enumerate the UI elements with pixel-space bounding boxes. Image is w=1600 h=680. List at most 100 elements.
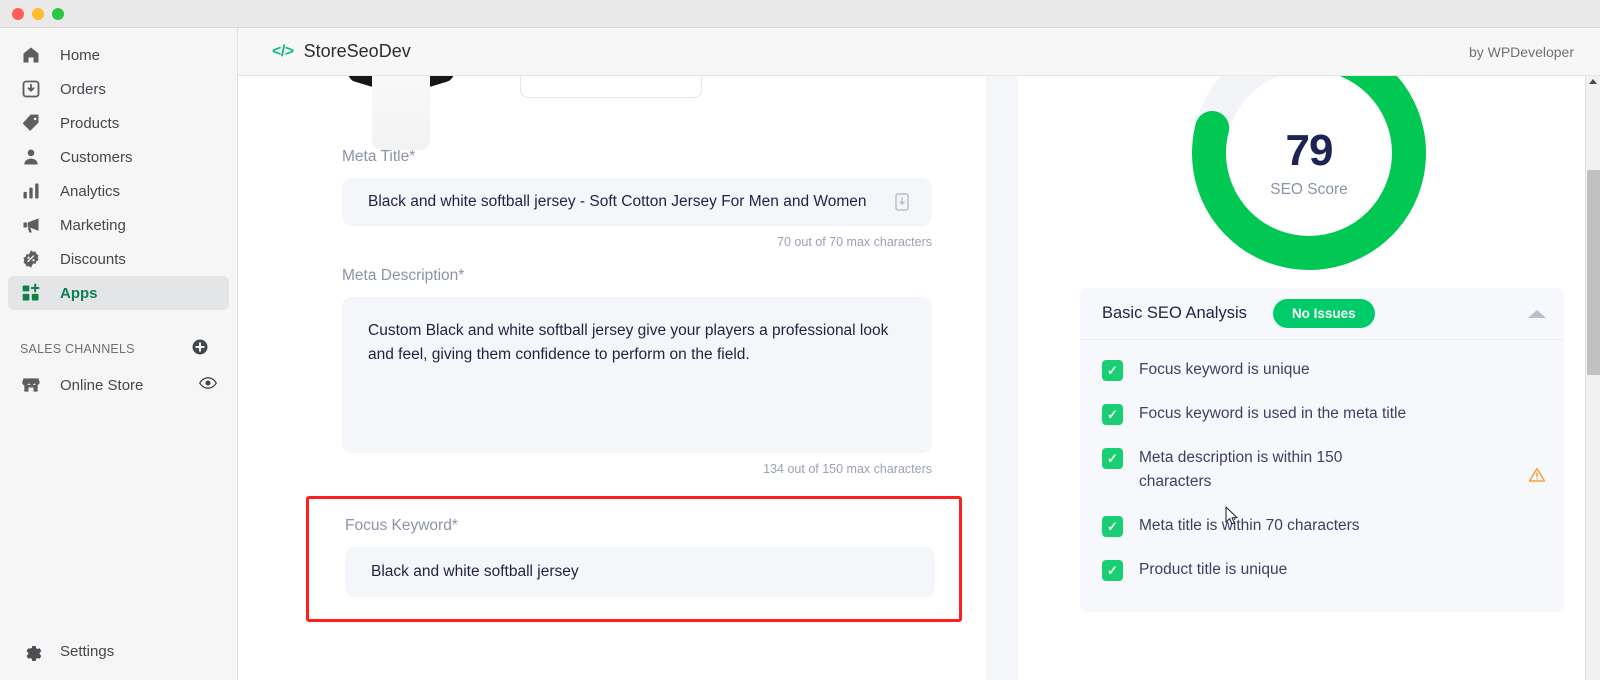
orders-icon: [20, 78, 42, 100]
discount-icon: [20, 248, 42, 270]
storefront-icon: [20, 374, 42, 396]
focus-keyword-highlight: Focus Keyword* Black and white softball …: [306, 496, 962, 622]
list-item: ✓ Meta title is within 70 characters: [1102, 514, 1546, 538]
analysis-title: Basic SEO Analysis: [1102, 304, 1247, 322]
window-close-button[interactable]: [12, 7, 24, 20]
sidebar-item-customers[interactable]: Customers: [8, 140, 229, 174]
seo-score-pane: 79 SEO Score Basic SEO Analysis No Issue…: [1018, 76, 1600, 680]
check-icon: ✓: [1102, 404, 1123, 426]
home-icon: [20, 44, 42, 66]
score-ring-label: 79 SEO Score: [1184, 76, 1434, 278]
panes: Edit Image 'alt text' Meta Title* Black …: [238, 76, 1600, 680]
copy-icon[interactable]: [894, 192, 910, 212]
analysis-item-label: Focus keyword is unique: [1139, 361, 1310, 378]
megaphone-icon: [20, 214, 42, 236]
sidebar-item-products[interactable]: Products: [8, 106, 229, 140]
meta-description-value: Custom Black and white softball jersey g…: [368, 322, 889, 364]
sidebar-item-online-store[interactable]: Online Store: [8, 368, 229, 402]
focus-keyword-label: Focus Keyword*: [345, 517, 458, 534]
sidebar-item-label: Home: [60, 46, 101, 64]
sidebar-item-label: Customers: [60, 148, 133, 166]
sidebar-item-label: Online Store: [60, 376, 144, 394]
scroll-up-arrow-icon[interactable]: [1589, 79, 1597, 84]
focus-keyword-input[interactable]: Black and white softball jersey: [345, 547, 935, 597]
app-window: Home Orders Products Customers Analytics…: [0, 0, 1600, 680]
tag-icon: [20, 112, 42, 134]
basic-seo-analysis-card: Basic SEO Analysis No Issues ✓ Focus key…: [1080, 288, 1564, 613]
list-item: ✓ Focus keyword is unique: [1102, 358, 1546, 382]
seo-form-pane: Edit Image 'alt text' Meta Title* Black …: [238, 76, 986, 680]
sidebar-item-analytics[interactable]: Analytics: [8, 174, 229, 208]
page-scrollbar[interactable]: [1585, 76, 1600, 680]
alt-text-box: Edit Image 'alt text': [520, 76, 702, 98]
sidebar-item-marketing[interactable]: Marketing: [8, 208, 229, 242]
sidebar-item-label: Settings: [60, 642, 115, 660]
sidebar-item-label: Discounts: [60, 250, 126, 268]
meta-title-input[interactable]: Black and white softball jersey - Soft C…: [342, 178, 932, 226]
window-titlebar: [0, 0, 1600, 28]
code-brackets-icon: </>: [272, 42, 294, 60]
list-item: ✓ Focus keyword is used in the meta titl…: [1102, 402, 1546, 426]
sidebar-item-settings[interactable]: Settings: [8, 634, 229, 668]
sidebar-item-apps[interactable]: Apps: [8, 276, 229, 310]
meta-description-counter: 134 out of 150 max characters: [763, 462, 932, 476]
app-header: </> StoreSeoDev by WPDeveloper: [238, 28, 1600, 76]
list-item: ✓ Meta description is within 150 charact…: [1102, 446, 1546, 494]
apps-icon: [20, 282, 42, 304]
check-icon: ✓: [1102, 516, 1123, 538]
meta-title-label: Meta Title*: [342, 148, 416, 165]
list-item: ✓ Product title is unique: [1102, 558, 1546, 582]
attribution-label: by WPDeveloper: [1468, 43, 1574, 60]
shirt-body: [372, 76, 430, 150]
analysis-card-body: ✓ Focus keyword is unique ✓ Focus keywor…: [1080, 340, 1564, 612]
sidebar: Home Orders Products Customers Analytics…: [0, 28, 238, 680]
page-title: StoreSeoDev: [303, 41, 411, 61]
sidebar-item-label: Products: [60, 114, 120, 132]
window-maximize-button[interactable]: [52, 7, 64, 20]
analysis-card-header[interactable]: Basic SEO Analysis No Issues: [1080, 288, 1564, 340]
seo-score-ring: 79 SEO Score: [1184, 76, 1434, 278]
check-icon: ✓: [1102, 360, 1123, 381]
seo-score-caption: SEO Score: [1270, 181, 1348, 198]
analysis-item-label: Product title is unique: [1139, 561, 1288, 579]
sidebar-item-label: Analytics: [60, 182, 121, 200]
sidebar-item-label: Marketing: [60, 216, 126, 234]
bar-chart-icon: [20, 180, 42, 202]
focus-keyword-value: Black and white softball jersey: [371, 563, 579, 580]
product-thumbnail: [342, 76, 460, 150]
sidebar-item-orders[interactable]: Orders: [8, 72, 229, 106]
meta-title-value: Black and white softball jersey - Soft C…: [368, 193, 867, 210]
eye-icon[interactable]: [198, 374, 218, 396]
check-icon: ✓: [1102, 560, 1123, 582]
sales-channels-header: SALES CHANNELS: [8, 336, 229, 362]
nav-gap: [0, 310, 237, 328]
meta-description-label: Meta Description*: [342, 267, 465, 284]
plus-circle-icon[interactable]: [191, 338, 209, 361]
window-minimize-button[interactable]: [32, 7, 44, 20]
status-badge: No Issues: [1272, 299, 1375, 328]
person-icon: [20, 146, 42, 168]
meta-description-field: Meta Description* Custom Black and white…: [238, 267, 986, 476]
sidebar-item-label: Orders: [60, 80, 106, 98]
analysis-item-label: Meta title is within 70 characters: [1139, 517, 1360, 535]
meta-title-field: Meta Title* Black and white softball jer…: [238, 148, 986, 249]
score-ring-wrap: 79 SEO Score: [1018, 76, 1600, 278]
sidebar-item-label: Apps: [60, 284, 98, 302]
scrollbar-thumb[interactable]: [1587, 170, 1600, 375]
check-icon: ✓: [1102, 448, 1123, 470]
seo-score-value: 79: [1285, 126, 1334, 175]
analysis-item-label: Meta description is within 150 character…: [1139, 449, 1343, 491]
sidebar-item-discounts[interactable]: Discounts: [8, 242, 229, 276]
pane-gutter: [986, 76, 1018, 680]
image-alt-row: Edit Image 'alt text': [238, 76, 986, 150]
meta-description-input[interactable]: Custom Black and white softball jersey g…: [342, 297, 932, 453]
analysis-item-label: Focus keyword is used in the meta title: [1139, 405, 1407, 423]
warning-triangle-icon[interactable]: [1528, 466, 1546, 484]
sidebar-item-home[interactable]: Home: [8, 38, 229, 72]
gear-icon: [20, 640, 42, 662]
content-area: </> StoreSeoDev by WPDeveloper Meta Titl…: [238, 28, 1600, 680]
chevron-up-icon[interactable]: [1528, 309, 1546, 318]
focus-keyword-field: Focus Keyword* Black and white softball …: [309, 517, 959, 597]
sales-channels-label: SALES CHANNELS: [20, 342, 135, 356]
